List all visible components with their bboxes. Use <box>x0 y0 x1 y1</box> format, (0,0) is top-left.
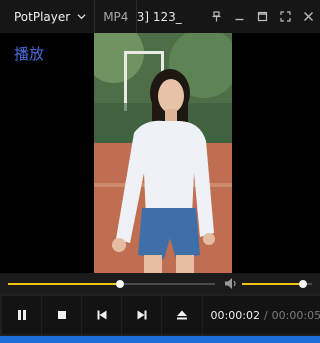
pause-button[interactable] <box>2 296 42 334</box>
eject-button[interactable] <box>162 296 202 334</box>
previous-button[interactable] <box>82 296 122 334</box>
stop-button[interactable] <box>42 296 82 334</box>
playback-controls: 00:00:02 / 00:00:05 <box>0 294 320 336</box>
previous-icon <box>97 310 107 320</box>
volume-level <box>242 283 303 285</box>
seek-bar-row <box>0 273 320 294</box>
next-button[interactable] <box>122 296 162 334</box>
fullscreen-icon <box>280 11 291 22</box>
pin-icon <box>212 11 221 22</box>
app-name: PotPlayer <box>14 9 71 24</box>
app-menu-button[interactable]: PotPlayer <box>0 0 96 33</box>
minimize-icon <box>235 18 244 21</box>
pin-button[interactable] <box>205 0 228 33</box>
format-label: MP4 <box>103 9 129 24</box>
chevron-down-icon <box>77 14 86 20</box>
seek-bar[interactable] <box>8 280 215 288</box>
fullscreen-button[interactable] <box>274 0 297 33</box>
next-icon <box>137 310 147 320</box>
eject-icon <box>176 310 187 320</box>
maximize-icon <box>257 11 268 22</box>
maximize-button[interactable] <box>251 0 274 33</box>
time-separator: / <box>263 308 268 322</box>
video-still-image <box>94 33 232 273</box>
video-area[interactable]: 播放 <box>0 33 320 273</box>
close-icon <box>304 12 313 21</box>
bottom-accent-strip <box>0 336 320 343</box>
seek-handle[interactable] <box>115 280 124 288</box>
total-time: 00:00:05 <box>271 308 320 322</box>
pause-icon <box>17 310 26 320</box>
current-time: 00:00:02 <box>210 308 260 322</box>
time-display[interactable]: 00:00:02 / 00:00:05 <box>202 296 320 334</box>
close-button[interactable] <box>297 0 320 33</box>
seek-bar-progress <box>8 283 120 285</box>
window-controls <box>205 0 320 33</box>
speaker-icon[interactable] <box>224 277 238 290</box>
volume-slider[interactable] <box>242 280 312 288</box>
minimize-button[interactable] <box>228 0 251 33</box>
playback-status-text: 播放 <box>14 45 45 63</box>
file-title: '3] 123_ <box>137 9 182 24</box>
video-frame <box>94 33 232 273</box>
title-bar: PotPlayer MP4 '3] 123_ <box>0 0 320 33</box>
stop-icon <box>57 311 66 319</box>
volume-handle[interactable] <box>298 280 307 288</box>
